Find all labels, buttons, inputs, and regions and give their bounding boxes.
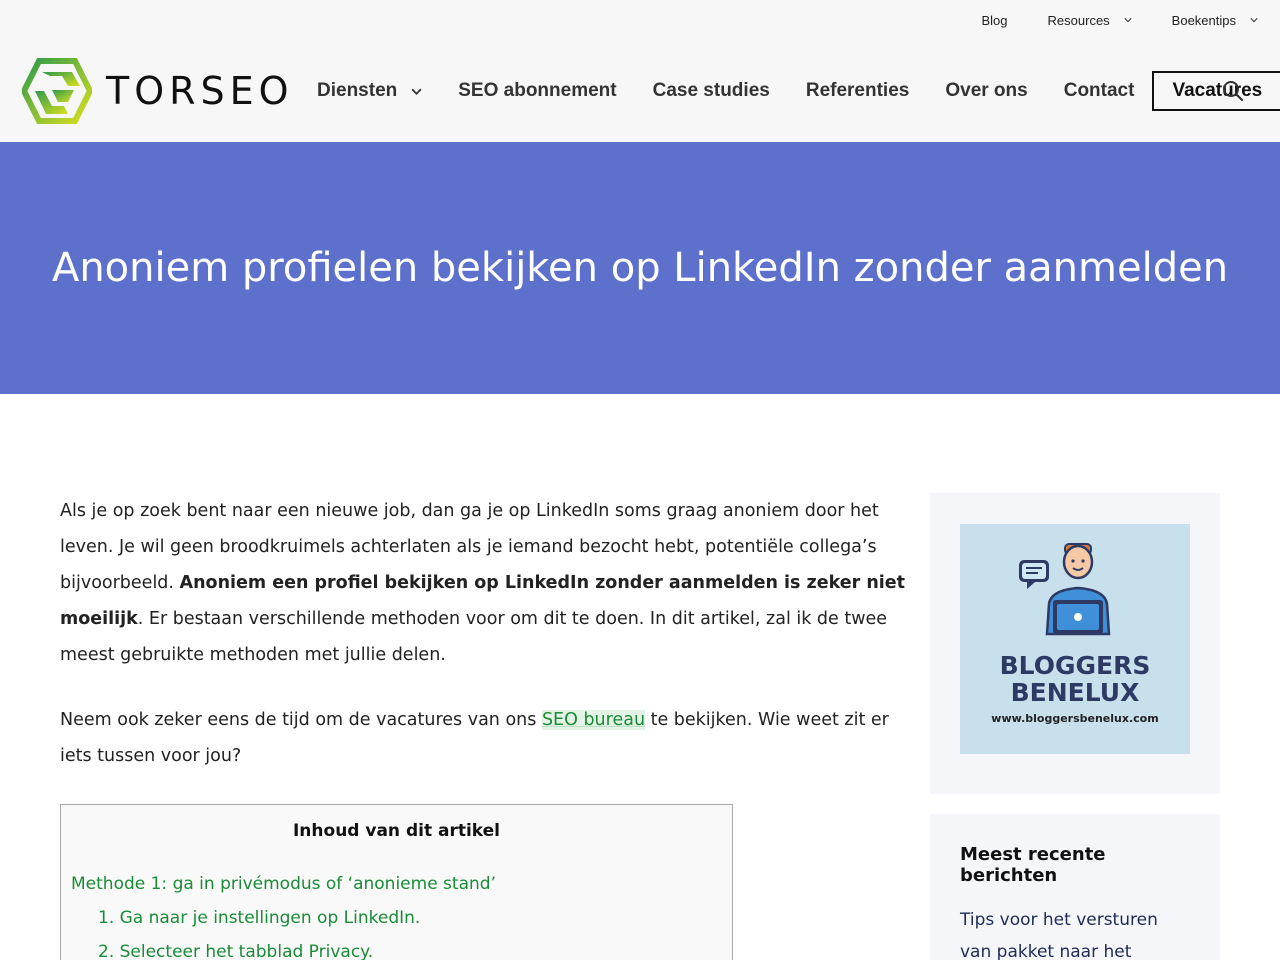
toc-link[interactable]: Methode 1: ga in privémodus of ‘anonieme… [71,867,722,901]
hero-banner: Anoniem profielen bekijken op LinkedIn z… [0,142,1280,394]
table-of-contents: Inhoud van dit artikel Methode 1: ga in … [60,804,733,960]
nav-item-label: Contact [1063,80,1135,101]
toc-title: Inhoud van dit artikel [292,821,501,841]
seo-bureau-link[interactable]: SEO bureau [541,710,646,730]
ad-title: BLOGGERS [999,651,1151,680]
nav-item-diensten[interactable]: Diensten [317,80,422,102]
nav-item-over-ons[interactable]: Over ons [945,80,1027,102]
site-logo[interactable]: TORSEO [22,58,294,124]
toc-link[interactable]: 2. Selecteer het tabblad Privacy. [71,935,722,960]
article-body: Als je op zoek bent naar een nieuwe job,… [60,493,910,803]
chevron-down-icon [1250,18,1258,23]
topbar-item-resources[interactable]: Resources [1048,13,1132,28]
top-bar: Blog Resources Boekentips [942,0,1280,40]
page-title: Anoniem profielen bekijken op LinkedIn z… [51,245,1229,291]
topbar-item-boekentips[interactable]: Boekentips [1172,13,1258,28]
toc-link[interactable]: 1. Ga naar je instellingen op LinkedIn. [71,901,722,935]
recent-post-link[interactable]: Tips voor het versturen van pakket naar … [960,904,1190,960]
search-icon[interactable] [1222,80,1244,102]
topbar-item-label: Boekentips [1171,12,1236,28]
nav-item-seo-abonnement[interactable]: SEO abonnement [458,80,616,102]
nav-item-contact[interactable]: Contact [1064,80,1135,102]
bloggers-benelux-banner[interactable]: BLOGGERS BENELUX www.bloggersbenelux.com [960,524,1190,754]
nav-item-label: Over ons [945,80,1028,101]
nav-item-referenties[interactable]: Referenties [806,80,910,102]
site-header: Blog Resources Boekentips TORSEO Dienste… [0,0,1280,142]
topbar-item-blog[interactable]: Blog [982,13,1008,28]
widget-heading: Meest recente berichten [960,844,1106,886]
nav-item-label: Vacatures [1172,80,1263,101]
nav-item-label: Referenties [805,80,910,101]
blogger-illustration-icon [1019,543,1111,636]
chevron-down-icon [1124,18,1132,23]
nav-item-label: Diensten [317,80,398,101]
torseo-logo-icon [22,58,92,124]
chevron-down-icon [411,88,422,95]
topbar-item-label: Resources [1047,12,1110,28]
nav-item-label: SEO abonnement [458,80,617,101]
ad-title: BENELUX [1010,678,1140,707]
sidebar-ad-widget: BLOGGERS BENELUX www.bloggersbenelux.com [930,493,1220,794]
nav-item-label: Case studies [652,80,770,101]
paragraph-text: Neem ook zeker eens de tijd om de vacatu… [60,710,542,730]
vacatures-button[interactable]: Vacatures [1152,71,1280,111]
paragraph-text: . Er bestaan verschillende methoden voor… [60,609,888,665]
ad-url: www.bloggersbenelux.com [991,712,1159,725]
topbar-item-label: Blog [981,12,1008,28]
nav-item-case-studies[interactable]: Case studies [653,80,770,102]
recent-posts-widget: Meest recente berichten Tips voor het ve… [930,814,1220,960]
article-paragraph: Neem ook zeker eens de tijd om de vacatu… [60,702,910,774]
main-nav: Diensten SEO abonnement Case studies Ref… [317,71,1280,111]
logo-text: TORSEO [106,69,294,113]
article-paragraph: Als je op zoek bent naar een nieuwe job,… [60,493,910,673]
